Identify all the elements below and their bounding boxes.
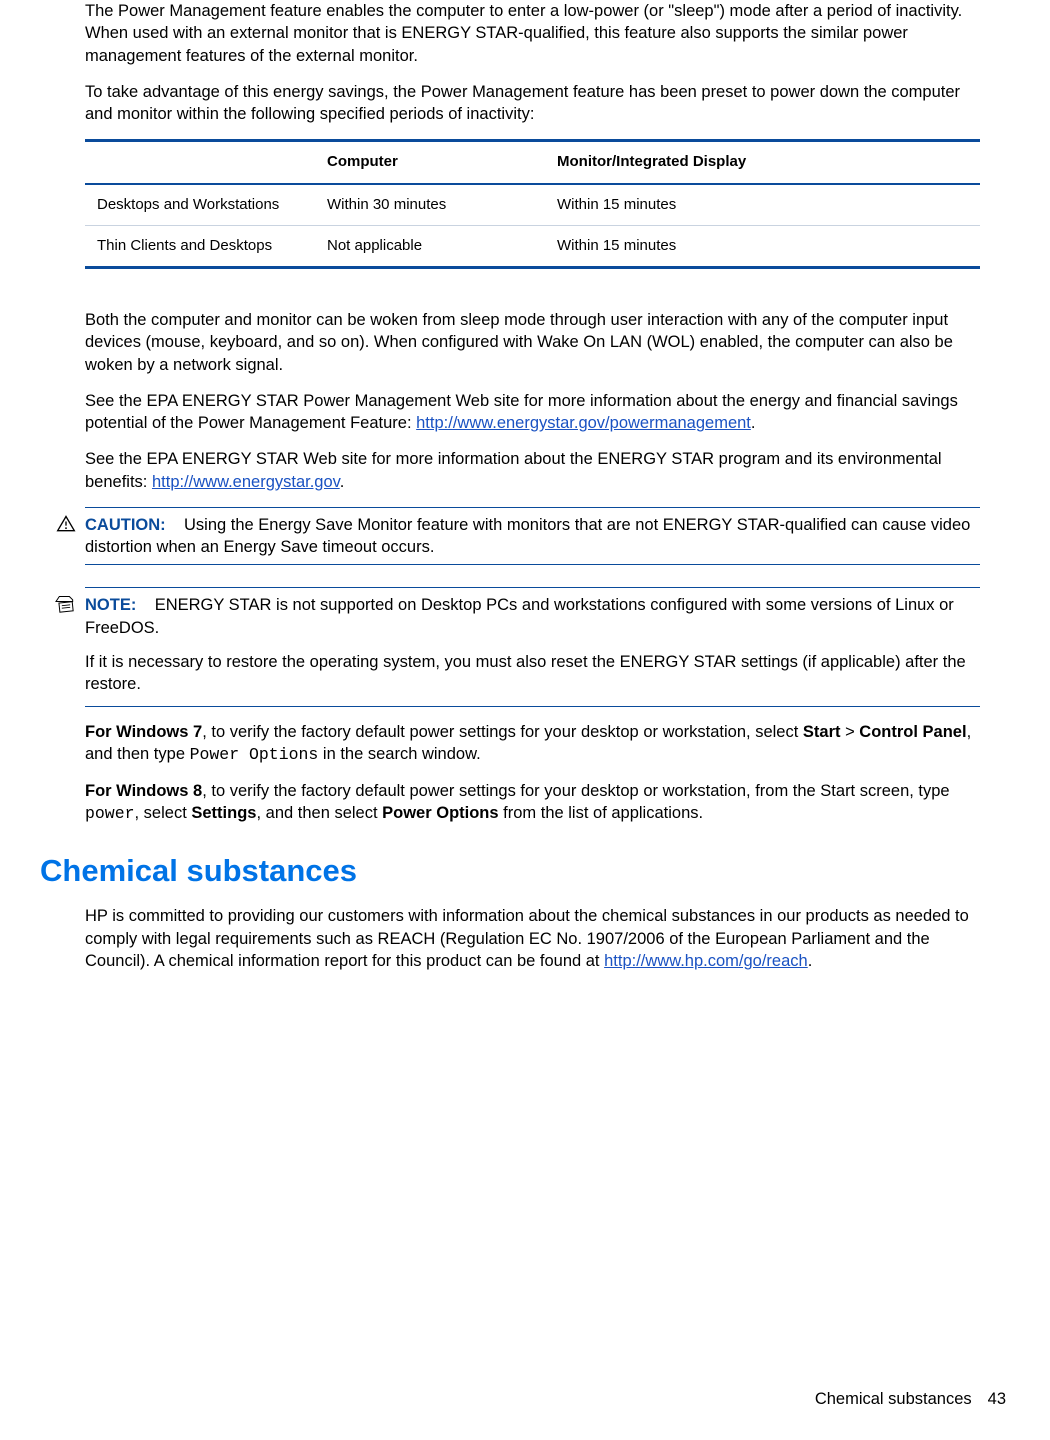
body-text: To take advantage of this energy savings… (85, 81, 980, 126)
note-text: ENERGY STAR is not supported on Desktop … (85, 596, 954, 636)
table-cell: Not applicable (315, 225, 545, 267)
code-run: Power Options (190, 745, 319, 764)
caution-label: CAUTION: (85, 516, 166, 534)
page-number: 43 (988, 1390, 1006, 1408)
note-icon (55, 594, 77, 620)
text-run: . (751, 414, 756, 432)
section-heading-chemical: Chemical substances (40, 850, 980, 892)
table-cell: Thin Clients and Desktops (85, 225, 315, 267)
body-text: Both the computer and monitor can be wok… (85, 309, 980, 376)
caution-callout: CAUTION: Using the Energy Save Monitor f… (85, 507, 980, 566)
text-run: . (808, 952, 813, 970)
hp-reach-link[interactable]: http://www.hp.com/go/reach (604, 952, 808, 970)
text-run: , to verify the factory default power se… (202, 723, 803, 741)
table-header: Computer (315, 141, 545, 184)
bold-run: For Windows 7 (85, 723, 202, 741)
text-run: , and then select (256, 804, 382, 822)
text-run: . (340, 473, 345, 491)
body-text: See the EPA ENERGY STAR Web site for mor… (85, 448, 980, 493)
bold-run: For Windows 8 (85, 782, 202, 800)
table-row: Thin Clients and Desktops Not applicable… (85, 225, 980, 267)
table-row: Desktops and Workstations Within 30 minu… (85, 184, 980, 226)
energystar-pm-link[interactable]: http://www.energystar.gov/powermanagemen… (416, 414, 751, 432)
footer-title: Chemical substances (815, 1390, 972, 1408)
code-run: power (85, 804, 135, 823)
text-run: HP is committed to providing our custome… (85, 907, 969, 970)
body-text: For Windows 8, to verify the factory def… (85, 780, 980, 826)
table-header: Monitor/Integrated Display (545, 141, 980, 184)
text-run: > (840, 723, 859, 741)
table-header-row: Computer Monitor/Integrated Display (85, 141, 980, 184)
text-run: in the search window. (318, 745, 480, 763)
body-text: The Power Management feature enables the… (85, 0, 980, 67)
page-footer: Chemical substances 43 (815, 1388, 1006, 1410)
power-table: Computer Monitor/Integrated Display Desk… (85, 139, 980, 269)
table-cell: Within 15 minutes (545, 184, 980, 226)
body-text: For Windows 7, to verify the factory def… (85, 721, 980, 767)
text-run: , select (135, 804, 192, 822)
bold-run: Power Options (382, 804, 498, 822)
note-callout: NOTE: ENERGY STAR is not supported on De… (85, 587, 980, 706)
text-run: from the list of applications. (499, 804, 704, 822)
caution-icon (55, 514, 77, 540)
note-text (141, 596, 155, 614)
table-cell: Within 30 minutes (315, 184, 545, 226)
body-text: HP is committed to providing our custome… (85, 905, 980, 972)
caution-text (170, 516, 184, 534)
note-text: If it is necessary to restore the operat… (85, 651, 980, 696)
table-cell: Desktops and Workstations (85, 184, 315, 226)
caution-text: Using the Energy Save Monitor feature wi… (85, 516, 970, 556)
text-run: , to verify the factory default power se… (202, 782, 949, 800)
bold-run: Settings (191, 804, 256, 822)
note-label: NOTE: (85, 596, 136, 614)
table-cell: Within 15 minutes (545, 225, 980, 267)
table-header (85, 141, 315, 184)
bold-run: Start (803, 723, 841, 741)
body-text: See the EPA ENERGY STAR Power Management… (85, 390, 980, 435)
bold-run: Control Panel (859, 723, 966, 741)
energystar-link[interactable]: http://www.energystar.gov (152, 473, 340, 491)
